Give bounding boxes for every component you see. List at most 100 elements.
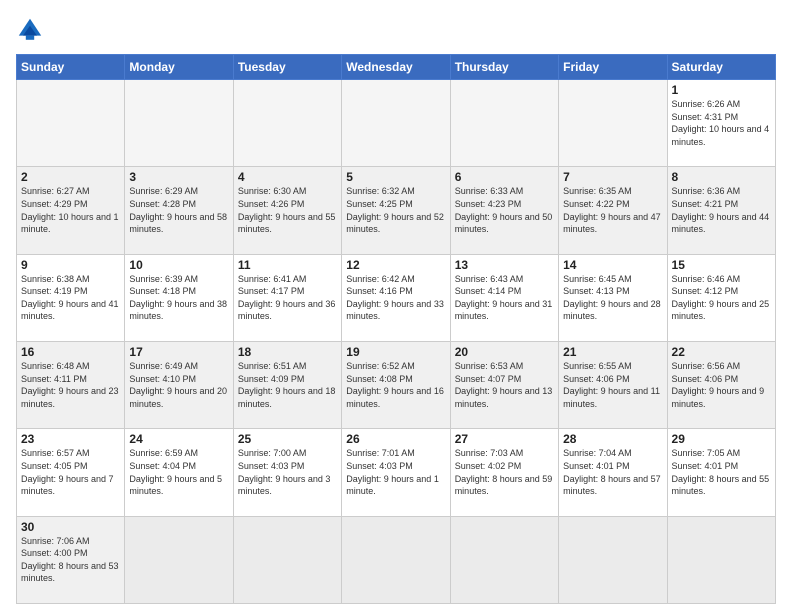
day-cell bbox=[125, 80, 233, 167]
day-info: Sunrise: 7:04 AM Sunset: 4:01 PM Dayligh… bbox=[563, 447, 662, 497]
day-cell bbox=[233, 516, 341, 603]
day-cell: 27Sunrise: 7:03 AM Sunset: 4:02 PM Dayli… bbox=[450, 429, 558, 516]
day-number: 28 bbox=[563, 432, 662, 446]
weekday-header-tuesday: Tuesday bbox=[233, 55, 341, 80]
header bbox=[16, 16, 776, 44]
day-cell: 28Sunrise: 7:04 AM Sunset: 4:01 PM Dayli… bbox=[559, 429, 667, 516]
week-row-2: 9Sunrise: 6:38 AM Sunset: 4:19 PM Daylig… bbox=[17, 254, 776, 341]
day-cell: 8Sunrise: 6:36 AM Sunset: 4:21 PM Daylig… bbox=[667, 167, 775, 254]
weekday-header-row: SundayMondayTuesdayWednesdayThursdayFrid… bbox=[17, 55, 776, 80]
day-info: Sunrise: 6:53 AM Sunset: 4:07 PM Dayligh… bbox=[455, 360, 554, 410]
day-cell: 25Sunrise: 7:00 AM Sunset: 4:03 PM Dayli… bbox=[233, 429, 341, 516]
day-number: 15 bbox=[672, 258, 771, 272]
day-cell bbox=[667, 516, 775, 603]
day-info: Sunrise: 6:39 AM Sunset: 4:18 PM Dayligh… bbox=[129, 273, 228, 323]
day-cell: 9Sunrise: 6:38 AM Sunset: 4:19 PM Daylig… bbox=[17, 254, 125, 341]
day-info: Sunrise: 6:36 AM Sunset: 4:21 PM Dayligh… bbox=[672, 185, 771, 235]
day-cell: 30Sunrise: 7:06 AM Sunset: 4:00 PM Dayli… bbox=[17, 516, 125, 603]
day-number: 5 bbox=[346, 170, 445, 184]
day-cell bbox=[450, 80, 558, 167]
day-number: 7 bbox=[563, 170, 662, 184]
day-cell: 23Sunrise: 6:57 AM Sunset: 4:05 PM Dayli… bbox=[17, 429, 125, 516]
day-number: 19 bbox=[346, 345, 445, 359]
day-info: Sunrise: 7:05 AM Sunset: 4:01 PM Dayligh… bbox=[672, 447, 771, 497]
day-number: 21 bbox=[563, 345, 662, 359]
day-info: Sunrise: 6:42 AM Sunset: 4:16 PM Dayligh… bbox=[346, 273, 445, 323]
day-info: Sunrise: 6:35 AM Sunset: 4:22 PM Dayligh… bbox=[563, 185, 662, 235]
day-cell bbox=[342, 516, 450, 603]
day-number: 12 bbox=[346, 258, 445, 272]
day-number: 25 bbox=[238, 432, 337, 446]
day-info: Sunrise: 7:00 AM Sunset: 4:03 PM Dayligh… bbox=[238, 447, 337, 497]
day-cell: 6Sunrise: 6:33 AM Sunset: 4:23 PM Daylig… bbox=[450, 167, 558, 254]
day-number: 22 bbox=[672, 345, 771, 359]
day-cell: 12Sunrise: 6:42 AM Sunset: 4:16 PM Dayli… bbox=[342, 254, 450, 341]
weekday-header-saturday: Saturday bbox=[667, 55, 775, 80]
day-info: Sunrise: 6:32 AM Sunset: 4:25 PM Dayligh… bbox=[346, 185, 445, 235]
day-cell: 15Sunrise: 6:46 AM Sunset: 4:12 PM Dayli… bbox=[667, 254, 775, 341]
day-cell: 21Sunrise: 6:55 AM Sunset: 4:06 PM Dayli… bbox=[559, 341, 667, 428]
day-number: 16 bbox=[21, 345, 120, 359]
page: SundayMondayTuesdayWednesdayThursdayFrid… bbox=[0, 0, 792, 612]
day-cell: 20Sunrise: 6:53 AM Sunset: 4:07 PM Dayli… bbox=[450, 341, 558, 428]
day-cell bbox=[450, 516, 558, 603]
weekday-header-sunday: Sunday bbox=[17, 55, 125, 80]
day-cell: 16Sunrise: 6:48 AM Sunset: 4:11 PM Dayli… bbox=[17, 341, 125, 428]
day-info: Sunrise: 6:55 AM Sunset: 4:06 PM Dayligh… bbox=[563, 360, 662, 410]
day-cell bbox=[559, 516, 667, 603]
day-cell bbox=[342, 80, 450, 167]
day-number: 4 bbox=[238, 170, 337, 184]
day-cell bbox=[125, 516, 233, 603]
week-row-3: 16Sunrise: 6:48 AM Sunset: 4:11 PM Dayli… bbox=[17, 341, 776, 428]
day-info: Sunrise: 6:41 AM Sunset: 4:17 PM Dayligh… bbox=[238, 273, 337, 323]
day-info: Sunrise: 6:29 AM Sunset: 4:28 PM Dayligh… bbox=[129, 185, 228, 235]
day-number: 24 bbox=[129, 432, 228, 446]
day-cell: 26Sunrise: 7:01 AM Sunset: 4:03 PM Dayli… bbox=[342, 429, 450, 516]
day-info: Sunrise: 6:45 AM Sunset: 4:13 PM Dayligh… bbox=[563, 273, 662, 323]
day-number: 30 bbox=[21, 520, 120, 534]
day-cell: 17Sunrise: 6:49 AM Sunset: 4:10 PM Dayli… bbox=[125, 341, 233, 428]
day-cell: 29Sunrise: 7:05 AM Sunset: 4:01 PM Dayli… bbox=[667, 429, 775, 516]
day-number: 18 bbox=[238, 345, 337, 359]
weekday-header-thursday: Thursday bbox=[450, 55, 558, 80]
day-cell: 2Sunrise: 6:27 AM Sunset: 4:29 PM Daylig… bbox=[17, 167, 125, 254]
day-number: 2 bbox=[21, 170, 120, 184]
day-info: Sunrise: 6:38 AM Sunset: 4:19 PM Dayligh… bbox=[21, 273, 120, 323]
day-cell: 14Sunrise: 6:45 AM Sunset: 4:13 PM Dayli… bbox=[559, 254, 667, 341]
day-number: 1 bbox=[672, 83, 771, 97]
day-number: 20 bbox=[455, 345, 554, 359]
day-cell bbox=[17, 80, 125, 167]
day-cell: 22Sunrise: 6:56 AM Sunset: 4:06 PM Dayli… bbox=[667, 341, 775, 428]
day-cell: 3Sunrise: 6:29 AM Sunset: 4:28 PM Daylig… bbox=[125, 167, 233, 254]
calendar: SundayMondayTuesdayWednesdayThursdayFrid… bbox=[16, 54, 776, 604]
day-info: Sunrise: 6:46 AM Sunset: 4:12 PM Dayligh… bbox=[672, 273, 771, 323]
week-row-0: 1Sunrise: 6:26 AM Sunset: 4:31 PM Daylig… bbox=[17, 80, 776, 167]
day-info: Sunrise: 6:33 AM Sunset: 4:23 PM Dayligh… bbox=[455, 185, 554, 235]
day-number: 8 bbox=[672, 170, 771, 184]
day-info: Sunrise: 7:06 AM Sunset: 4:00 PM Dayligh… bbox=[21, 535, 120, 585]
day-number: 3 bbox=[129, 170, 228, 184]
logo bbox=[16, 16, 48, 44]
day-info: Sunrise: 6:52 AM Sunset: 4:08 PM Dayligh… bbox=[346, 360, 445, 410]
day-number: 10 bbox=[129, 258, 228, 272]
day-number: 14 bbox=[563, 258, 662, 272]
day-cell: 11Sunrise: 6:41 AM Sunset: 4:17 PM Dayli… bbox=[233, 254, 341, 341]
day-number: 23 bbox=[21, 432, 120, 446]
day-cell: 24Sunrise: 6:59 AM Sunset: 4:04 PM Dayli… bbox=[125, 429, 233, 516]
day-cell: 4Sunrise: 6:30 AM Sunset: 4:26 PM Daylig… bbox=[233, 167, 341, 254]
week-row-1: 2Sunrise: 6:27 AM Sunset: 4:29 PM Daylig… bbox=[17, 167, 776, 254]
weekday-header-monday: Monday bbox=[125, 55, 233, 80]
day-cell: 19Sunrise: 6:52 AM Sunset: 4:08 PM Dayli… bbox=[342, 341, 450, 428]
day-number: 26 bbox=[346, 432, 445, 446]
day-info: Sunrise: 6:49 AM Sunset: 4:10 PM Dayligh… bbox=[129, 360, 228, 410]
day-cell: 18Sunrise: 6:51 AM Sunset: 4:09 PM Dayli… bbox=[233, 341, 341, 428]
day-cell bbox=[559, 80, 667, 167]
day-info: Sunrise: 6:30 AM Sunset: 4:26 PM Dayligh… bbox=[238, 185, 337, 235]
weekday-header-wednesday: Wednesday bbox=[342, 55, 450, 80]
day-cell: 1Sunrise: 6:26 AM Sunset: 4:31 PM Daylig… bbox=[667, 80, 775, 167]
day-info: Sunrise: 6:27 AM Sunset: 4:29 PM Dayligh… bbox=[21, 185, 120, 235]
day-number: 29 bbox=[672, 432, 771, 446]
day-number: 9 bbox=[21, 258, 120, 272]
day-number: 27 bbox=[455, 432, 554, 446]
day-info: Sunrise: 7:01 AM Sunset: 4:03 PM Dayligh… bbox=[346, 447, 445, 497]
